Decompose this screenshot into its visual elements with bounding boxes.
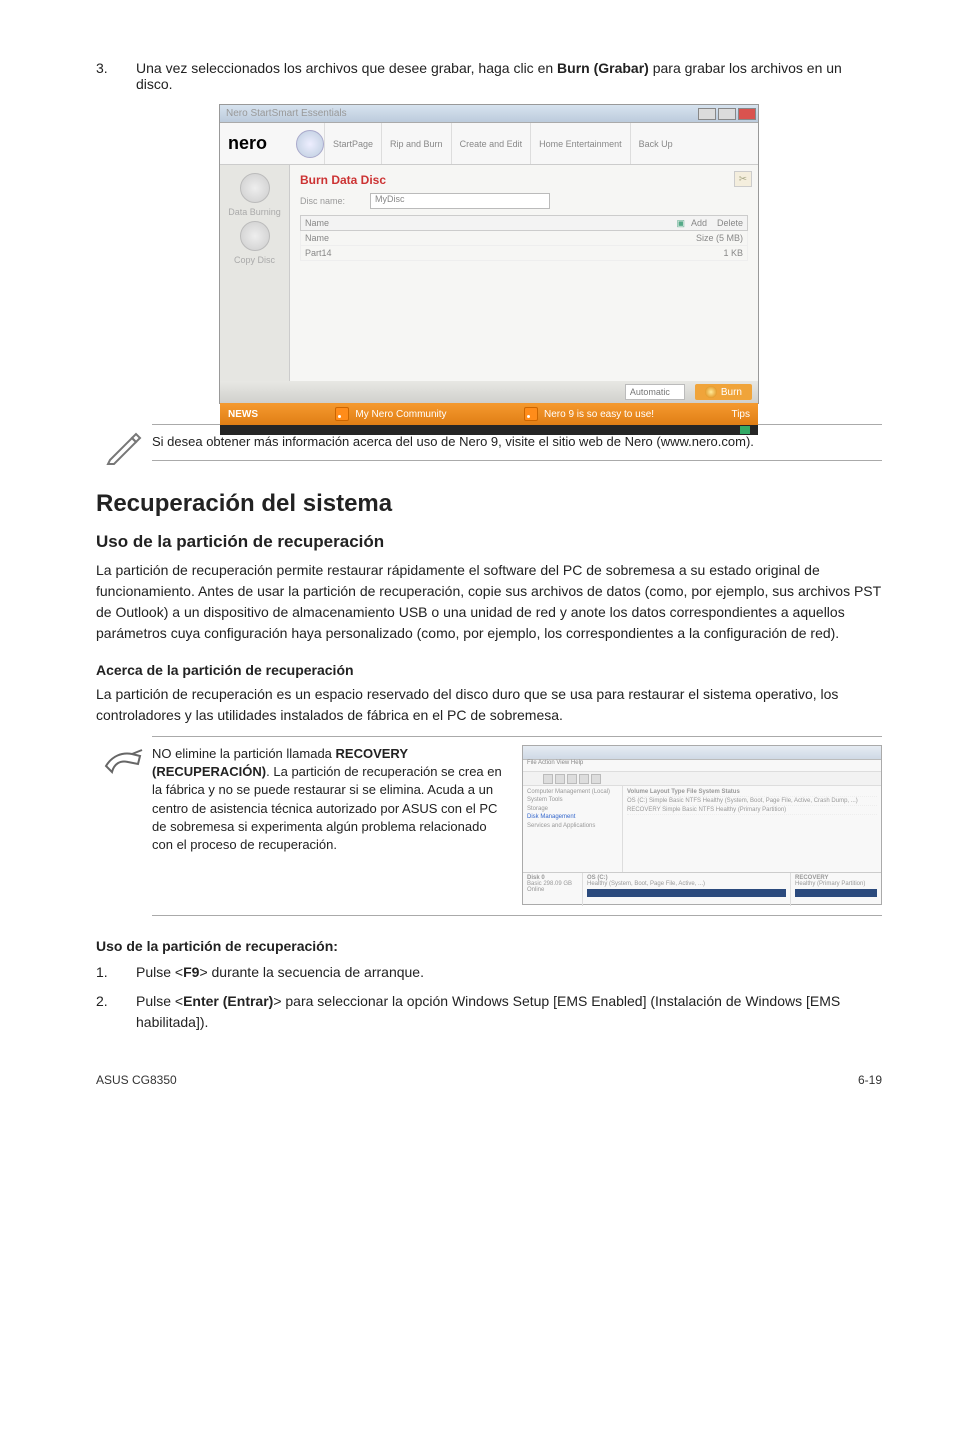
dm-row: OS (C:) Simple Basic NTFS Healthy (Syste… <box>627 797 877 806</box>
li1-num: 1. <box>96 962 136 983</box>
news-label: NEWS <box>228 409 258 420</box>
section-heading: Recuperación del sistema <box>96 490 882 518</box>
side-copydisc: Copy Disc <box>220 255 289 265</box>
burn-label: Burn <box>721 387 742 398</box>
nero-logo: nero <box>220 133 290 154</box>
orb-icon <box>296 130 324 158</box>
col-name2: Name <box>305 233 329 243</box>
tb-startpage: StartPage <box>324 123 381 164</box>
warn-l1a: NO elimine la partición llamada <box>152 746 336 761</box>
tb-ripburn: Rip and Burn <box>381 123 451 164</box>
delete-btn-text: Delete <box>717 218 743 228</box>
li1-a: Pulse < <box>136 964 183 980</box>
dm-tree-item: Services and Applications <box>527 822 618 830</box>
list-item: 2. Pulse <Enter (Entrar)> para seleccion… <box>96 991 882 1033</box>
step3-bold: Burn (Grabar) <box>557 60 649 76</box>
side-databurning: Data Burning <box>220 207 289 217</box>
footer-left: ASUS CG8350 <box>96 1073 177 1087</box>
mode-combo: Automatic <box>625 384 685 400</box>
dm-tree-item: Disk Management <box>527 813 618 821</box>
news-item1: My Nero Community <box>355 409 446 420</box>
discname-label: Disc name: <box>300 196 370 206</box>
hand-icon <box>102 742 146 786</box>
step-number: 3. <box>96 60 136 92</box>
col-name: Name <box>305 218 329 228</box>
news-item2: Nero 9 is so easy to use! <box>544 409 654 420</box>
tool-icon <box>567 774 577 784</box>
dm-p2-sub: Healthy (System, Boot, Page File, Active… <box>587 881 786 887</box>
maximize-icon <box>718 108 736 120</box>
dm-row: RECOVERY Simple Basic NTFS Healthy (Prim… <box>627 806 877 815</box>
scissors-icon: ✂ <box>734 171 752 187</box>
dm-cols: Volume Layout Type File System Status <box>627 788 877 797</box>
para-1: La partición de recuperación permite res… <box>96 560 882 644</box>
tool-icon <box>543 774 553 784</box>
dm-tree-item: System Tools <box>527 796 618 804</box>
pen-icon <box>104 426 144 466</box>
burn-icon <box>705 386 717 398</box>
dm-p1-sub: Basic 298.09 GB Online <box>527 881 578 893</box>
subheading-2: Acerca de la partición de recuperación <box>96 662 882 678</box>
close-icon <box>738 108 756 120</box>
li1-b: F9 <box>183 964 199 980</box>
para-2: La partición de recuperación es un espac… <box>96 684 882 726</box>
dm-menu: File Action View Help <box>523 760 881 772</box>
subheading-1: Uso de la partición de recuperación <box>96 532 882 552</box>
tool-icon <box>555 774 565 784</box>
warn-l1c: . <box>266 764 270 779</box>
list-item: 1. Pulse <F9> durante la secuencia de ar… <box>96 962 882 983</box>
step3-pre: Una vez seleccionados los archivos que d… <box>136 60 557 76</box>
row1-name: Part14 <box>305 248 332 258</box>
dm-p3-sub: Healthy (Primary Partition) <box>795 881 877 887</box>
rss-icon <box>335 407 349 421</box>
disk-mgmt-screenshot: File Action View Help Computer Managemen… <box>522 745 882 905</box>
minimize-icon <box>698 108 716 120</box>
li2-b: Enter (Entrar) <box>183 993 273 1009</box>
news-tag: Tips <box>731 409 750 420</box>
tool-icon <box>591 774 601 784</box>
dm-tree-item: Computer Management (Local) <box>527 788 618 796</box>
tb-createedit: Create and Edit <box>451 123 531 164</box>
row1-size: 1 KB <box>723 248 743 258</box>
discname-input: MyDisc <box>370 193 550 209</box>
tb-home: Home Entertainment <box>530 123 630 164</box>
li1-c: > durante la secuencia de arranque. <box>199 964 424 980</box>
nero-screenshot: Nero StartSmart Essentials nero StartPag… <box>219 104 759 404</box>
subheading-3: Uso de la partición de recuperación: <box>96 938 882 954</box>
tool-icon <box>579 774 589 784</box>
burn-button: Burn <box>695 384 752 400</box>
step-3: 3. Una vez seleccionados los archivos qu… <box>96 60 882 92</box>
burn-heading: Burn Data Disc <box>300 173 748 187</box>
resize-grip-icon <box>740 426 750 434</box>
rss-icon <box>524 407 538 421</box>
tb-backup: Back Up <box>630 123 681 164</box>
copy-disc-icon <box>240 221 270 251</box>
col-size: Size (5 MB) <box>696 233 743 243</box>
dm-tree-item: Storage <box>527 805 618 813</box>
li2-a: Pulse < <box>136 993 183 1009</box>
data-burning-icon <box>240 173 270 203</box>
nero-window-title: Nero StartSmart Essentials <box>226 108 347 119</box>
footer-right: 6-19 <box>858 1073 882 1087</box>
li2-num: 2. <box>96 991 136 1033</box>
add-btn-text: Add <box>691 218 707 228</box>
